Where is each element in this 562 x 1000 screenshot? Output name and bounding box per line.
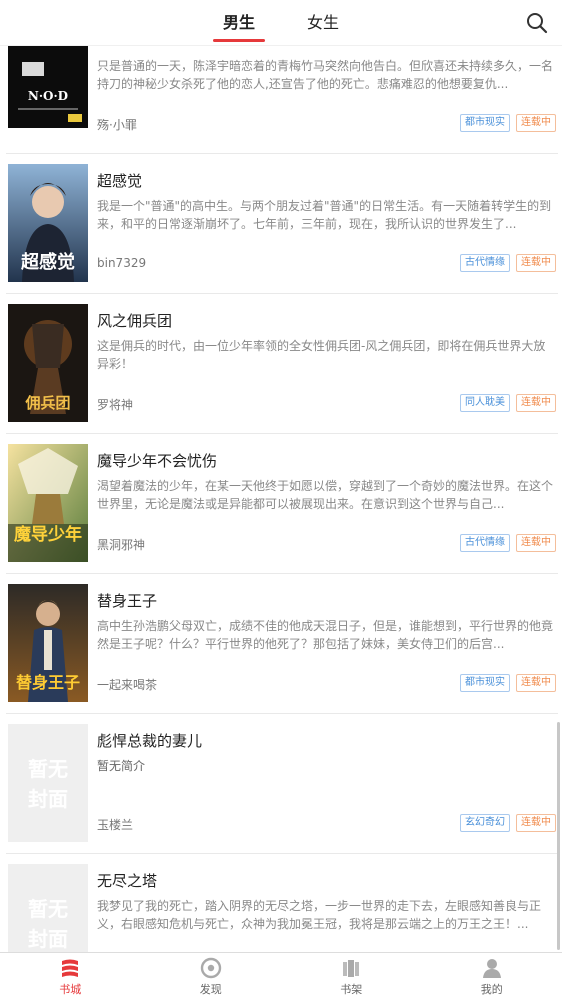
book-cover[interactable]: 替身王子	[8, 584, 88, 702]
book-title[interactable]: 彪悍总裁的妻儿	[97, 730, 202, 751]
nav-label: 书城	[59, 982, 82, 996]
book-tags: 玄幻奇幻 连载中	[460, 814, 556, 832]
book-item[interactable]: 超感觉 超感觉 我是一个"普通"的高中生。与两个朋友过着"普通"的日常生活。有一…	[6, 154, 558, 294]
cover-text: N·O·D	[28, 89, 68, 103]
book-author: bin7329	[97, 256, 147, 270]
book-tags: 同人耽美 连载中	[460, 394, 556, 412]
book-item[interactable]: 佣兵团 风之佣兵团 这是佣兵的时代，由一位少年率领的全女性佣兵团-风之佣兵团，即…	[6, 294, 558, 434]
nav-discover[interactable]: 发现	[141, 953, 282, 1000]
book-author: 殇·小罪	[97, 118, 137, 132]
book-cover[interactable]: 佣兵团	[8, 304, 88, 422]
book-cover[interactable]: 暂无封面	[8, 724, 88, 842]
book-author: 一起来喝茶	[97, 678, 158, 692]
bottom-nav: 书城 发现 书架 我的	[0, 952, 562, 1000]
status-tag: 连载中	[516, 114, 556, 132]
book-description: 暂无简介	[97, 759, 146, 773]
book-item[interactable]: 魔导少年 魔导少年不会忧伤 渴望着魔法的少年，在某一天他终于如愿以偿，穿越到了一…	[6, 434, 558, 574]
genre-tag[interactable]: 都市现实	[460, 114, 510, 132]
book-title[interactable]: 风之佣兵团	[97, 310, 172, 331]
status-tag: 连载中	[516, 814, 556, 832]
book-title[interactable]: 超感觉	[97, 170, 142, 191]
genre-tag[interactable]: 同人耽美	[460, 394, 510, 412]
book-author: 罗将神	[97, 398, 134, 412]
scrollbar[interactable]	[557, 722, 560, 950]
book-item[interactable]: 替身王子 替身王子 高中生孙浩鹏父母双亡，成绩不佳的他成天混日子，但是，谁能想到…	[6, 574, 558, 714]
nav-bookstore[interactable]: 书城	[0, 953, 141, 1000]
cover-text: 魔导少年	[14, 524, 82, 545]
book-tags: 都市现实 连载中	[460, 674, 556, 692]
book-title[interactable]: 魔导少年不会忧伤	[97, 450, 217, 471]
genre-tag[interactable]: 都市现实	[460, 674, 510, 692]
status-tag: 连载中	[516, 394, 556, 412]
book-cover[interactable]: 魔导少年	[8, 444, 88, 562]
book-tags: 都市现实 连载中	[460, 114, 556, 132]
nav-profile[interactable]: 我的	[422, 953, 562, 1000]
bookstore-icon	[62, 959, 79, 977]
book-author: 玉楼兰	[97, 818, 134, 832]
book-description: 只是普通的一天，陈泽宇暗恋着的青梅竹马突然向他告白。但欣喜还未持续多久，一名持刀…	[97, 59, 554, 91]
book-tags: 古代情缘 连载中	[460, 254, 556, 272]
genre-tag[interactable]: 玄幻奇幻	[460, 814, 510, 832]
book-description: 我是一个"普通"的高中生。与两个朋友过着"普通"的日常生活。有一天随着转学生的到…	[97, 199, 552, 231]
status-tag: 连载中	[516, 254, 556, 272]
bookshelf-icon	[343, 959, 360, 977]
book-description: 渴望着魔法的少年，在某一天他终于如愿以偿，穿越到了一个奇妙的魔法世界。在这个世界…	[97, 479, 554, 511]
book-list[interactable]: N·O·D 只是普通的一天，陈泽宇暗恋着的青梅竹马突然向他告白。但欣喜还未持续多…	[0, 0, 562, 994]
tab-male[interactable]: 男生	[212, 0, 266, 46]
nav-bookshelf[interactable]: 书架	[281, 953, 422, 1000]
book-cover[interactable]: 超感觉	[8, 164, 88, 282]
search-icon[interactable]	[526, 12, 548, 34]
book-description: 我梦见了我的死亡，踏入阴界的无尽之塔，一步一世界的走下去，左眼感知善良与正义，右…	[97, 899, 542, 931]
book-description: 高中生孙浩鹏父母双亡，成绩不佳的他成天混日子，但是，谁能想到，平行世界的他竟然是…	[97, 619, 554, 651]
book-title[interactable]: 替身王子	[97, 590, 157, 611]
nav-label: 书架	[340, 982, 363, 996]
status-tag: 连载中	[516, 534, 556, 552]
genre-tag[interactable]: 古代情缘	[460, 534, 510, 552]
tab-female[interactable]: 女生	[303, 0, 343, 46]
book-item[interactable]: 暂无封面 彪悍总裁的妻儿 暂无简介 玉楼兰 玄幻奇幻 连载中	[6, 714, 558, 854]
cover-text: 佣兵团	[24, 394, 70, 412]
book-tags: 古代情缘 连载中	[460, 534, 556, 552]
genre-tag[interactable]: 古代情缘	[460, 254, 510, 272]
book-author: 黑洞邪神	[97, 538, 146, 552]
nav-label: 我的	[480, 982, 503, 996]
nav-label: 发现	[199, 982, 222, 996]
status-tag: 连载中	[516, 674, 556, 692]
profile-icon	[482, 958, 501, 978]
app-screen: N·O·D 只是普通的一天，陈泽宇暗恋着的青梅竹马突然向他告白。但欣喜还未持续多…	[0, 0, 562, 1000]
discover-icon	[200, 957, 221, 978]
book-description: 这是佣兵的时代，由一位少年率领的全女性佣兵团-风之佣兵团，即将在佣兵世界大放异彩…	[97, 339, 546, 371]
book-title[interactable]: 无尽之塔	[97, 870, 157, 891]
cover-text: 超感觉	[21, 251, 75, 273]
cover-text: 替身王子	[16, 673, 80, 692]
top-header: 男生 女生	[0, 0, 562, 46]
gender-tabs: 男生 女生	[0, 0, 562, 46]
